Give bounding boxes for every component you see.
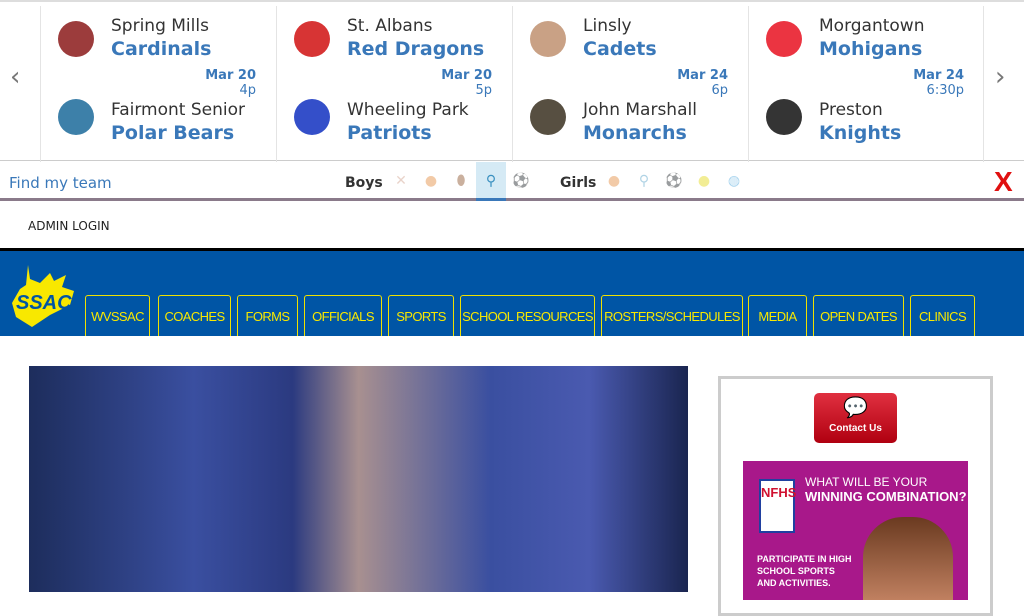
team-away[interactable]: Wheeling Park Patriots (347, 100, 469, 145)
game-hour: 6:30p (926, 83, 964, 98)
team-mascot[interactable]: Monarchs (583, 121, 697, 145)
team-city: Morgantown (819, 16, 925, 36)
p-shield-logo-icon (759, 94, 809, 140)
lacrosse-icon[interactable]: ⚲ (480, 170, 502, 192)
game-card[interactable]: Linsly Cadets John Marshall Monarchs Mar 24 6… (512, 6, 748, 162)
team-city: Preston (819, 100, 883, 120)
nav-tab[interactable]: CLINICS (910, 295, 975, 336)
contact-us-label: Contact Us (829, 423, 882, 434)
chevron-right-icon[interactable]: › (995, 62, 1005, 92)
nfhs-ad[interactable]: NFHS WHAT WILL BE YOUR WINNING COMBINATI… (743, 461, 968, 600)
lion-logo-icon (523, 94, 573, 140)
paw-logo-icon (51, 94, 101, 140)
admin-login-link[interactable]: ADMIN LOGIN (28, 219, 110, 233)
softball-icon[interactable]: ● (693, 170, 715, 192)
find-my-team-link[interactable]: Find my team (9, 174, 112, 192)
nav-tab[interactable]: FORMS (237, 295, 298, 336)
close-icon[interactable]: X (994, 166, 1013, 198)
nav-tab[interactable]: OPEN DATES (813, 295, 904, 336)
scoreboard: ‹ Spring Mills Cardinals Fairmont Senior Po… (0, 0, 1024, 162)
site-header: SSAC WVSSAC COACHES FORMS OFFICIALS SPORTS SC… (0, 248, 1024, 336)
team-away[interactable]: John Marshall Monarchs (583, 100, 697, 145)
game-card[interactable]: St. Albans Red Dragons Wheeling Park Patrio… (276, 6, 512, 162)
nav-tab[interactable]: SCHOOL RESOURCES (460, 295, 595, 336)
cardinal-logo-icon (51, 16, 101, 62)
game-date: Mar 24 (677, 68, 728, 83)
nav-tab[interactable]: MEDIA (748, 295, 807, 336)
game-hour: 4p (239, 83, 256, 98)
wp-logo-icon (287, 94, 337, 140)
team-filter-bar: Find my team Boys Girls ✕ ● ⬮ ⚲ ⚽ ● ⚲ ⚽ ● ◍ X (0, 162, 1024, 201)
ad-body: PARTICIPATE IN HIGH SCHOOL SPORTS AND AC… (757, 554, 852, 588)
contact-us-button[interactable]: 💬 Contact Us (814, 393, 897, 443)
game-card[interactable]: Spring Mills Cardinals Fairmont Senior Pola… (40, 6, 276, 162)
svg-text:SSAC: SSAC (16, 292, 72, 314)
soccer-icon[interactable]: ⚽ (510, 170, 532, 192)
game-card[interactable]: Morgantown Mohigans Preston Knights Mar 24 6:… (748, 6, 984, 162)
team-city: Wheeling Park (347, 100, 469, 120)
boys-label: Boys (345, 175, 383, 191)
team-city: Linsly (583, 16, 632, 36)
team-mascot[interactable]: Mohigans (819, 37, 925, 61)
team-city: Fairmont Senior (111, 100, 245, 120)
team-home[interactable]: St. Albans Red Dragons (347, 16, 484, 61)
ad-photo (863, 517, 953, 600)
team-city: Spring Mills (111, 16, 209, 36)
game-time: Mar 24 6p (677, 68, 728, 98)
nfhs-logo: NFHS (759, 479, 796, 533)
game-time: Mar 24 6:30p (913, 68, 964, 98)
girls-label: Girls (560, 175, 597, 191)
lacrosse-icon[interactable]: ⚲ (633, 170, 655, 192)
baseball-bat-icon[interactable]: ✕ (390, 170, 412, 192)
game-hour: 5p (475, 83, 492, 98)
sa-logo-icon (287, 16, 337, 62)
chat-bubbles-icon: 💬 (843, 397, 868, 419)
m-logo-icon (759, 16, 809, 62)
team-away[interactable]: Preston Knights (819, 100, 901, 145)
team-mascot[interactable]: Cadets (583, 37, 657, 61)
ad-headline: WHAT WILL BE YOUR (805, 475, 928, 489)
game-time: Mar 20 5p (441, 68, 492, 98)
game-time: Mar 20 4p (205, 68, 256, 98)
chevron-left-icon[interactable]: ‹ (10, 62, 20, 92)
team-city: St. Albans (347, 16, 433, 36)
nav-tab[interactable]: SPORTS (388, 295, 454, 336)
team-mascot[interactable]: Knights (819, 121, 901, 145)
soccer-icon[interactable]: ⚽ (663, 170, 685, 192)
team-home[interactable]: Morgantown Mohigans (819, 16, 925, 61)
team-home[interactable]: Spring Mills Cardinals (111, 16, 211, 61)
ssac-logo[interactable]: SSAC (10, 265, 80, 327)
team-city: John Marshall (583, 100, 697, 120)
team-away[interactable]: Fairmont Senior Polar Bears (111, 100, 245, 145)
volleyball-icon[interactable]: ◍ (723, 170, 745, 192)
divider (983, 6, 984, 162)
game-date: Mar 24 (913, 68, 964, 83)
ad-headline-bold: WINNING COMBINATION? (805, 489, 967, 504)
team-mascot[interactable]: Cardinals (111, 37, 211, 61)
basketball-icon[interactable]: ● (603, 170, 625, 192)
linsly-logo-icon (523, 16, 573, 62)
nav-tab[interactable]: WVSSAC (85, 295, 150, 336)
football-icon[interactable]: ⬮ (450, 170, 472, 192)
team-mascot[interactable]: Red Dragons (347, 37, 484, 61)
team-mascot[interactable]: Patriots (347, 121, 469, 145)
nav-tab[interactable]: COACHES (158, 295, 231, 336)
game-date: Mar 20 (205, 68, 256, 83)
game-date: Mar 20 (441, 68, 492, 83)
game-hour: 6p (711, 83, 728, 98)
nav-tab[interactable]: OFFICIALS (304, 295, 382, 336)
nav-tab[interactable]: ROSTERS/SCHEDULES (601, 295, 743, 336)
hero-image (29, 366, 688, 592)
team-home[interactable]: Linsly Cadets (583, 16, 657, 61)
basketball-icon[interactable]: ● (420, 170, 442, 192)
team-mascot[interactable]: Polar Bears (111, 121, 245, 145)
